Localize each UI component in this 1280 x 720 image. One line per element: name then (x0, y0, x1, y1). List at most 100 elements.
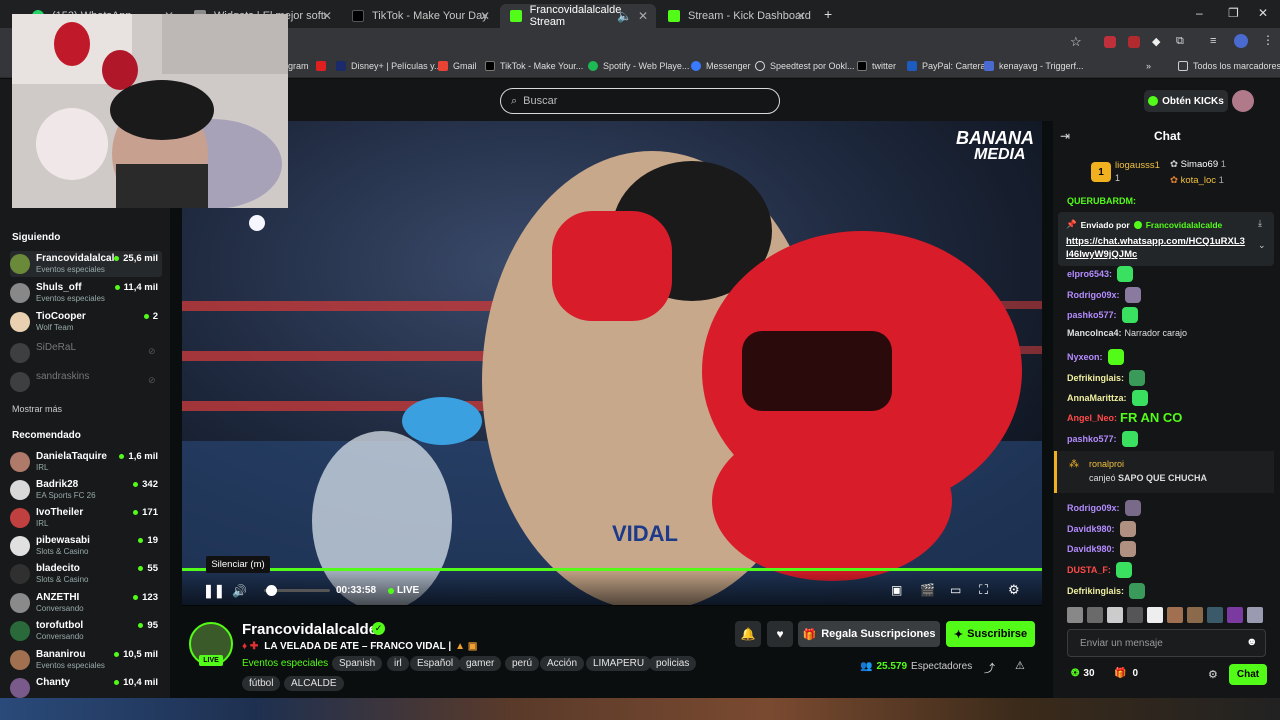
close-tab-icon[interactable]: ✕ (480, 9, 490, 23)
chat-username[interactable]: AnnaMarittza: (1067, 393, 1127, 403)
sidebar-channel[interactable]: SiDeRaL (10, 340, 162, 366)
bookmark-item[interactable]: PayPal: Cartera (907, 61, 986, 71)
profile-avatar[interactable] (1234, 34, 1248, 48)
chat-username[interactable]: elpro6543: (1067, 269, 1112, 279)
bookmark-item[interactable]: Disney+ | Películas y... (336, 61, 441, 71)
theater-mode-icon[interactable]: ▭ (950, 583, 961, 597)
more-bookmarks-icon[interactable]: » (1146, 61, 1151, 71)
restore-icon[interactable]: ❐ (1228, 6, 1239, 20)
sidebar-channel[interactable]: pibewasabi Slots & Casino 19 (10, 533, 162, 559)
follow-button[interactable]: ♥ (767, 621, 793, 647)
chat-username[interactable]: Rodrigo09x: (1067, 503, 1120, 513)
settings-icon[interactable]: ⚙ (1008, 582, 1020, 598)
chat-username[interactable]: DUSTA_F: (1067, 565, 1111, 575)
all-bookmarks[interactable]: Todos los marcadores (1178, 61, 1280, 71)
chat-username[interactable]: Angel_Neo: (1067, 413, 1117, 423)
collapse-chat-icon[interactable]: ⇥ (1060, 129, 1070, 143)
sidebar-channel[interactable]: bladecito Slots & Casino 55 (10, 561, 162, 587)
sidebar-channel[interactable]: FrancovidalalcaldeEventos especiales 25,6… (10, 251, 162, 277)
tab-tiktok[interactable]: TikTok - Make Your Day ✕ (342, 4, 498, 28)
top-gifter[interactable]: ✿ Simao69 1 (1170, 159, 1226, 170)
kicks-balance[interactable]: ❂ 30 (1071, 668, 1095, 679)
tab-kick-stream[interactable]: Francovidalalcalde Stream 🔈 ✕ (500, 4, 656, 28)
sidebar-channel[interactable]: ANZETHI Conversando 123 (10, 590, 162, 616)
bookmark-item[interactable]: gram (288, 61, 309, 71)
top-gifter[interactable]: liogausss1 (1115, 160, 1160, 171)
bookmark-item[interactable]: TikTok - Make Your... (485, 61, 583, 71)
extension-icon[interactable] (1104, 36, 1116, 48)
stream-category[interactable]: Eventos especiales (242, 658, 328, 669)
volume-icon[interactable]: 🔊 (232, 584, 247, 598)
pause-icon[interactable]: ❚❚ (203, 583, 225, 599)
chat-input[interactable]: Enviar un mensaje ☻ (1067, 629, 1266, 657)
emote-icon[interactable] (1167, 607, 1183, 623)
close-tab-icon[interactable]: ✕ (638, 9, 648, 23)
chat-settings-icon[interactable]: ⚙ (1208, 668, 1218, 681)
emote-icon[interactable] (1107, 607, 1123, 623)
gift-balance[interactable]: 🎁 0 (1114, 668, 1138, 679)
extension-icon[interactable]: ◆ (1152, 35, 1160, 48)
show-more-link[interactable]: Mostrar más (12, 404, 62, 414)
bookmark-item[interactable] (316, 61, 331, 71)
chevron-down-icon[interactable]: ⌄ (1258, 240, 1266, 251)
chat-username[interactable]: pashko577: (1067, 310, 1117, 320)
puzzle-icon[interactable]: ⧉ (1176, 35, 1184, 48)
gift-subscriptions-button[interactable]: 🎁 Regala Suscripciones (798, 621, 940, 647)
sidebar-channel[interactable]: sandraskins (10, 369, 162, 395)
send-chat-button[interactable]: Chat (1229, 664, 1267, 685)
emote-icon[interactable] (1227, 607, 1243, 623)
sidebar-channel[interactable]: Badrik28 EA Sports FC 26 342 (10, 477, 162, 503)
fullscreen-icon[interactable]: ⛶ (979, 582, 988, 598)
channel-name[interactable]: Francovidalalcalde (242, 621, 377, 638)
sidebar-channel[interactable]: Shuls_off Eventos especiales 11,4 mil (10, 280, 162, 306)
emote-icon[interactable] (1067, 607, 1083, 623)
tag[interactable]: policias (649, 656, 697, 671)
bookmark-item[interactable]: twitter (857, 61, 896, 71)
emote-icon[interactable] (1127, 607, 1143, 623)
tag[interactable]: fútbol (242, 676, 281, 691)
star-icon[interactable]: ☆ (1070, 34, 1082, 50)
mini-player-icon[interactable]: ▣ (891, 583, 902, 597)
volume-handle[interactable] (266, 585, 277, 596)
chat-username[interactable]: Davidk980: (1067, 524, 1115, 534)
close-tab-icon[interactable]: ✕ (796, 9, 806, 23)
top-gifter[interactable]: ✿ kota_loc 1 (1170, 175, 1224, 186)
extension-icon[interactable] (1128, 36, 1140, 48)
sidebar-channel[interactable]: Bananirou Eventos especiales 10,5 mil (10, 647, 162, 673)
chat-username[interactable]: pashko577: (1067, 434, 1117, 444)
emote-icon[interactable] (1147, 607, 1163, 623)
chat-username[interactable]: Davidk980: (1067, 544, 1115, 554)
chat-username[interactable]: Nyxeon: (1067, 352, 1103, 362)
sidebar-channel[interactable]: IvoTheiler IRL 171 (10, 505, 162, 531)
user-avatar[interactable] (1232, 90, 1254, 112)
close-window-icon[interactable]: ✕ (1258, 6, 1268, 20)
chat-username[interactable]: Rodrigo09x: (1067, 290, 1120, 300)
emote-icon[interactable] (1187, 607, 1203, 623)
report-icon[interactable]: ⚠ (1015, 659, 1025, 672)
bookmark-item[interactable]: kenayavg - Triggerf... (984, 61, 1084, 71)
sidebar-channel[interactable]: DanielaTaquire IRL 1,6 mil (10, 449, 162, 475)
tab-kick-dashboard[interactable]: Stream - Kick Dashboard ✕ (658, 4, 814, 28)
notification-bell-button[interactable]: 🔔 (735, 621, 761, 647)
menu-icon[interactable]: ⋮ (1262, 33, 1274, 47)
tag[interactable]: ALCALDE (284, 676, 344, 691)
new-tab-button[interactable]: + (824, 6, 832, 22)
tag[interactable]: irl (387, 656, 409, 671)
pinned-link[interactable]: https://chat.whatsapp.com/HCQ1uRXL3I46lw… (1066, 235, 1246, 261)
clip-icon[interactable]: 🎬 (920, 583, 935, 597)
get-kicks-button[interactable]: Obtén KICKs (1144, 90, 1228, 112)
tag[interactable]: Acción (540, 656, 585, 671)
emote-icon[interactable] (1247, 607, 1263, 623)
bookmark-item[interactable]: Speedtest por Ookl... (755, 61, 855, 71)
emote-icon[interactable] (1087, 607, 1103, 623)
tag[interactable]: Spanish (332, 656, 383, 671)
search-input[interactable]: ⌕ Buscar (500, 88, 780, 114)
video-player[interactable]: VIDAL BANANA MEDIA (182, 121, 1042, 605)
sidebar-channel[interactable]: torofutbol Conversando 95 (10, 618, 162, 644)
unpin-icon[interactable]: ⤓ (1258, 218, 1262, 229)
progress-bar[interactable] (182, 568, 1042, 571)
emoji-picker-icon[interactable]: ☻ (1246, 636, 1258, 648)
bookmark-item[interactable]: Messenger (691, 61, 751, 71)
chat-username[interactable]: Defrikinglais: (1067, 373, 1124, 383)
bookmark-item[interactable]: Spotify - Web Playe... (588, 61, 689, 71)
